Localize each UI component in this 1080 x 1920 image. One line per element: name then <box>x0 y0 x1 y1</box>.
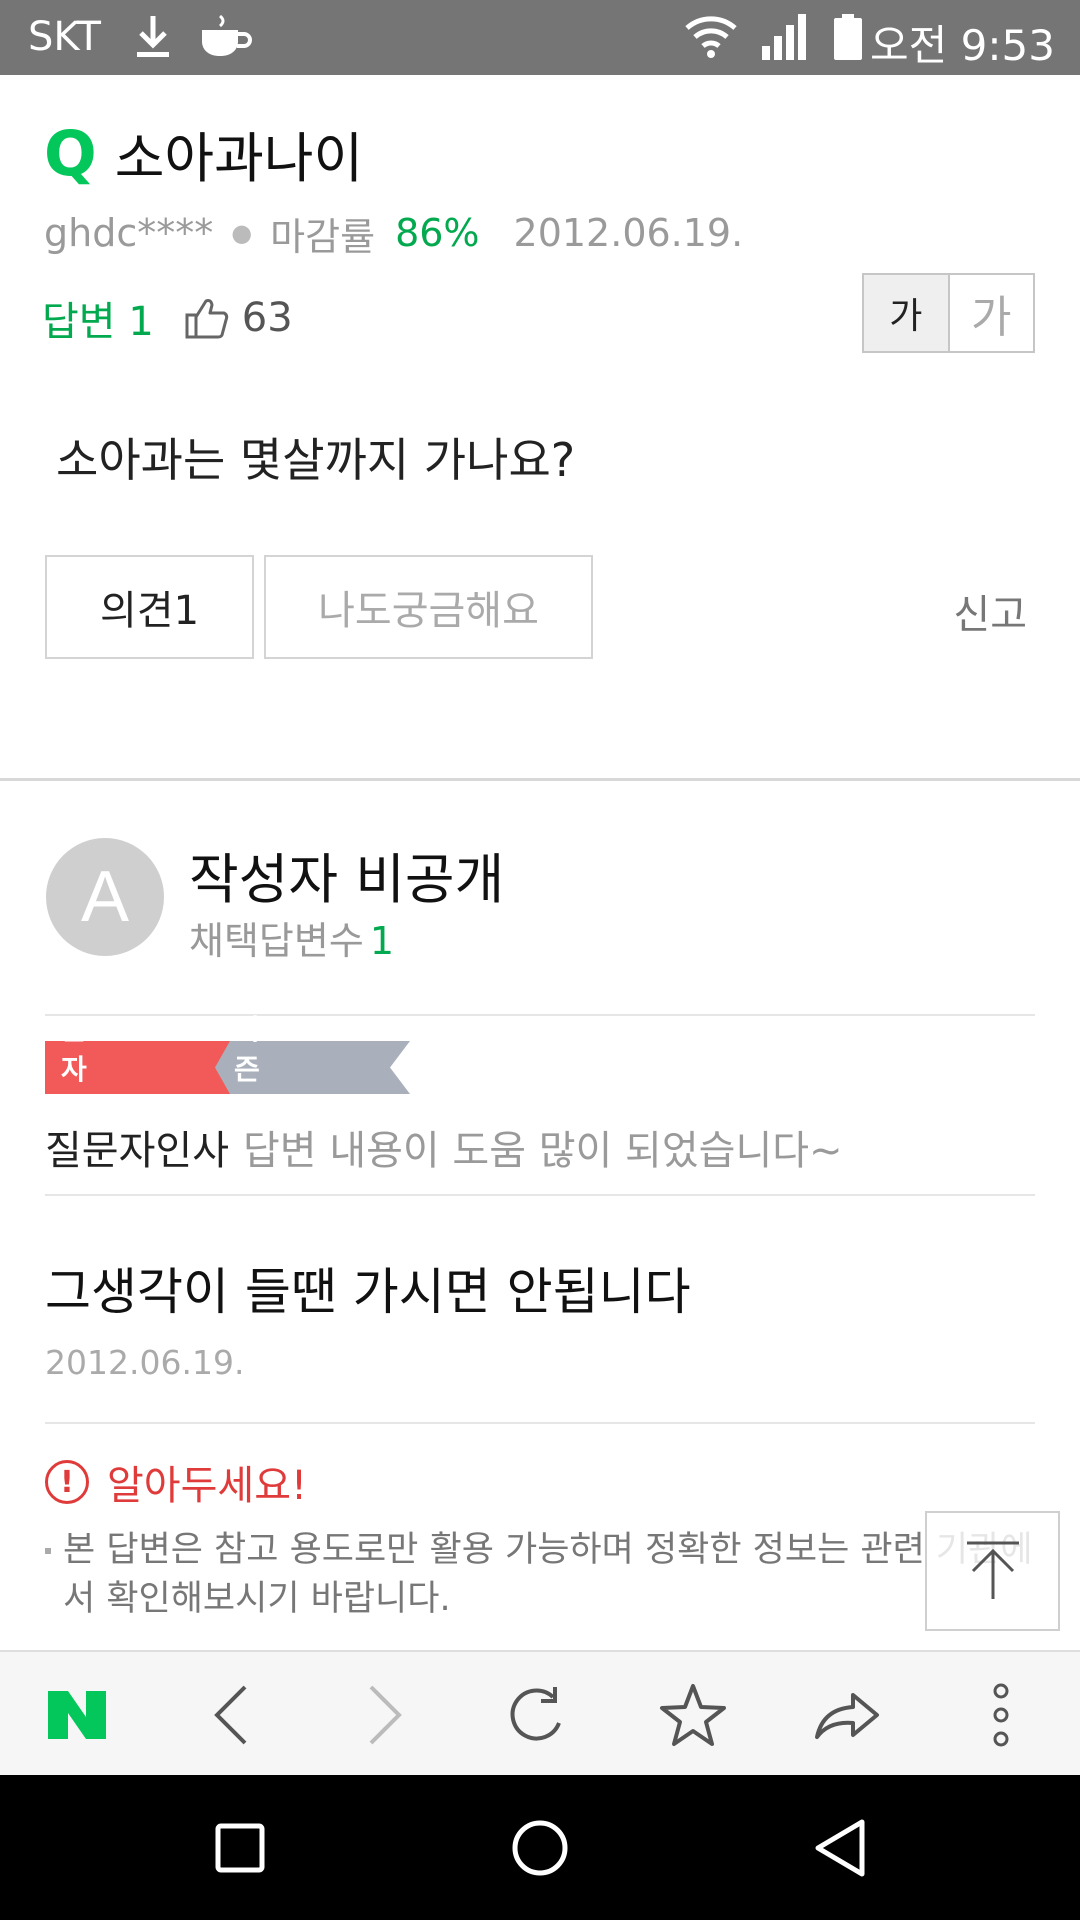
status-bar: SKT 오전 9:53 <box>0 0 1080 75</box>
more-vertical-icon <box>993 1683 1009 1746</box>
question-date: 2012.06.19. <box>513 211 744 255</box>
answer-author-name: 작성자 비공개 <box>189 848 505 911</box>
carrier-label: SKT <box>28 14 101 60</box>
refresh-icon <box>510 1686 561 1740</box>
coffee-icon <box>202 14 252 56</box>
divider <box>45 1194 1035 1196</box>
question-body: 소아과는 몇살까지 가나요? <box>56 433 576 487</box>
chevron-right-icon <box>369 1685 402 1744</box>
question-title: 소아과나이 <box>114 126 364 190</box>
forward-button[interactable] <box>308 1652 462 1777</box>
badge-background <box>45 1041 410 1094</box>
question-author[interactable]: ghdc**** <box>44 211 213 255</box>
more-menu-button[interactable] <box>924 1652 1078 1777</box>
alert-icon: ! <box>45 1460 89 1504</box>
star-icon <box>660 1683 726 1746</box>
clock: 오전 9:53 <box>870 21 1055 70</box>
browser-toolbar <box>0 1650 1080 1775</box>
font-size-small-button[interactable]: 가 <box>864 275 950 351</box>
notice-line-2: 서 확인해보시기 바랍니다. <box>63 1579 451 1619</box>
asker-thanks-label: 질문자인사 <box>45 1128 229 1174</box>
back-button[interactable] <box>154 1652 308 1777</box>
bullet-icon <box>45 1548 51 1554</box>
report-link[interactable]: 신고 <box>953 582 1027 640</box>
square-icon <box>215 1823 265 1872</box>
font-size-toggle: 가 가 <box>862 273 1035 353</box>
notice-body: 본 답변은 참고 용도로만 활용 가능하며 정확한 정보는 관련 기관에 서 확… <box>45 1526 1035 1624</box>
close-rate-label: 마감률 <box>270 214 376 259</box>
adopted-answer-count: 채택답변수 1 <box>189 910 394 965</box>
avatar: A <box>46 838 164 956</box>
circle-icon <box>512 1820 568 1875</box>
notice-header: ! 알아두세요! <box>45 1458 307 1509</box>
question-mark-icon: Q <box>44 116 97 190</box>
asker-adopted-badge: 질문자 채택 <box>61 972 87 1166</box>
bookmark-button[interactable] <box>616 1652 770 1777</box>
question-stats: 답변 1 63 <box>42 288 293 348</box>
opinion-button[interactable]: 의견1 <box>45 555 254 659</box>
naver-logo-icon <box>48 1690 106 1739</box>
asker-thanks-text: 답변 내용이 도움 많이 되었습니다~ <box>243 1128 843 1174</box>
recent-apps-button[interactable] <box>140 1775 340 1920</box>
question-title-row: Q 소아과나이 <box>44 116 363 190</box>
share-arrow-icon <box>815 1692 879 1739</box>
answer-body: 그생각이 들땐 가시면 안됩니다 <box>45 1263 691 1321</box>
battery-icon <box>834 14 862 60</box>
scroll-to-top-button[interactable] <box>925 1511 1060 1631</box>
divider <box>45 1422 1035 1424</box>
wifi-icon <box>685 16 737 58</box>
asker-thanks: 질문자인사 답변 내용이 도움 많이 되었습니다~ <box>45 1118 843 1176</box>
thumbs-up-icon[interactable] <box>184 295 230 341</box>
triangle-back-icon <box>815 1819 865 1876</box>
font-size-large-button[interactable]: 가 <box>950 275 1034 351</box>
question-meta: ghdc**** ● 마감률 86% 2012.06.19. <box>44 208 744 259</box>
divider <box>45 1014 1035 1016</box>
arrow-up-icon <box>966 1541 1019 1599</box>
naver-home-button[interactable] <box>0 1652 154 1777</box>
back-nav-button[interactable] <box>740 1775 940 1920</box>
adopted-label: 채택답변수 <box>189 919 364 963</box>
meta-separator: ● <box>231 219 253 247</box>
download-icon <box>137 16 169 57</box>
netizen-adopted-badge: 네티즌 채택 <box>234 972 260 1166</box>
chevron-left-icon <box>214 1685 247 1744</box>
refresh-button[interactable] <box>462 1652 616 1777</box>
notice-line-1: 본 답변은 참고 용도로만 활용 가능하며 정확한 정보는 관련 기관에 <box>63 1530 1033 1570</box>
like-count: 63 <box>241 295 293 341</box>
signal-icon <box>762 14 806 60</box>
me-too-curious-button[interactable]: 나도궁금해요 <box>264 555 593 659</box>
home-button[interactable] <box>440 1775 640 1920</box>
notice-title: 알아두세요! <box>107 1463 308 1509</box>
close-rate-value: 86% <box>395 211 480 255</box>
share-button[interactable] <box>770 1652 924 1777</box>
system-navigation-bar <box>0 1775 1080 1920</box>
adopted-count: 1 <box>369 919 394 963</box>
answer-count[interactable]: 답변 1 <box>42 289 154 347</box>
section-divider <box>0 778 1080 781</box>
answer-date: 2012.06.19. <box>45 1343 245 1382</box>
